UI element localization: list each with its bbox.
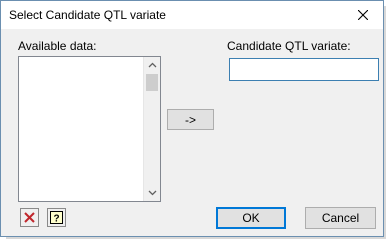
dialog-window: Select Candidate QTL variate Available d…	[0, 0, 384, 237]
ok-button[interactable]: OK	[216, 207, 286, 229]
scroll-down-button[interactable]	[144, 185, 160, 201]
window-shadow-bottom	[6, 237, 386, 239]
svg-text:?: ?	[53, 214, 59, 225]
close-button[interactable]	[343, 1, 383, 29]
help-icon: ?	[50, 211, 63, 224]
window-title: Select Candidate QTL variate	[9, 8, 166, 22]
chevron-down-icon	[148, 190, 156, 196]
clear-button[interactable]	[20, 208, 39, 227]
close-icon	[358, 10, 368, 20]
list-scrollbar[interactable]	[143, 57, 160, 201]
candidate-qtl-variate-label: Candidate QTL variate:	[227, 39, 351, 53]
available-data-list[interactable]	[18, 56, 161, 202]
move-to-candidate-button[interactable]: ->	[167, 109, 214, 130]
candidate-qtl-variate-input[interactable]	[229, 58, 379, 81]
scroll-up-button[interactable]	[144, 57, 160, 73]
title-bar: Select Candidate QTL variate	[1, 1, 383, 29]
available-data-label: Available data:	[18, 39, 97, 53]
chevron-up-icon	[148, 62, 156, 68]
cancel-button[interactable]: Cancel	[305, 207, 376, 229]
clear-x-icon	[24, 212, 35, 223]
scroll-thumb[interactable]	[146, 74, 158, 91]
help-button[interactable]: ?	[47, 208, 66, 227]
